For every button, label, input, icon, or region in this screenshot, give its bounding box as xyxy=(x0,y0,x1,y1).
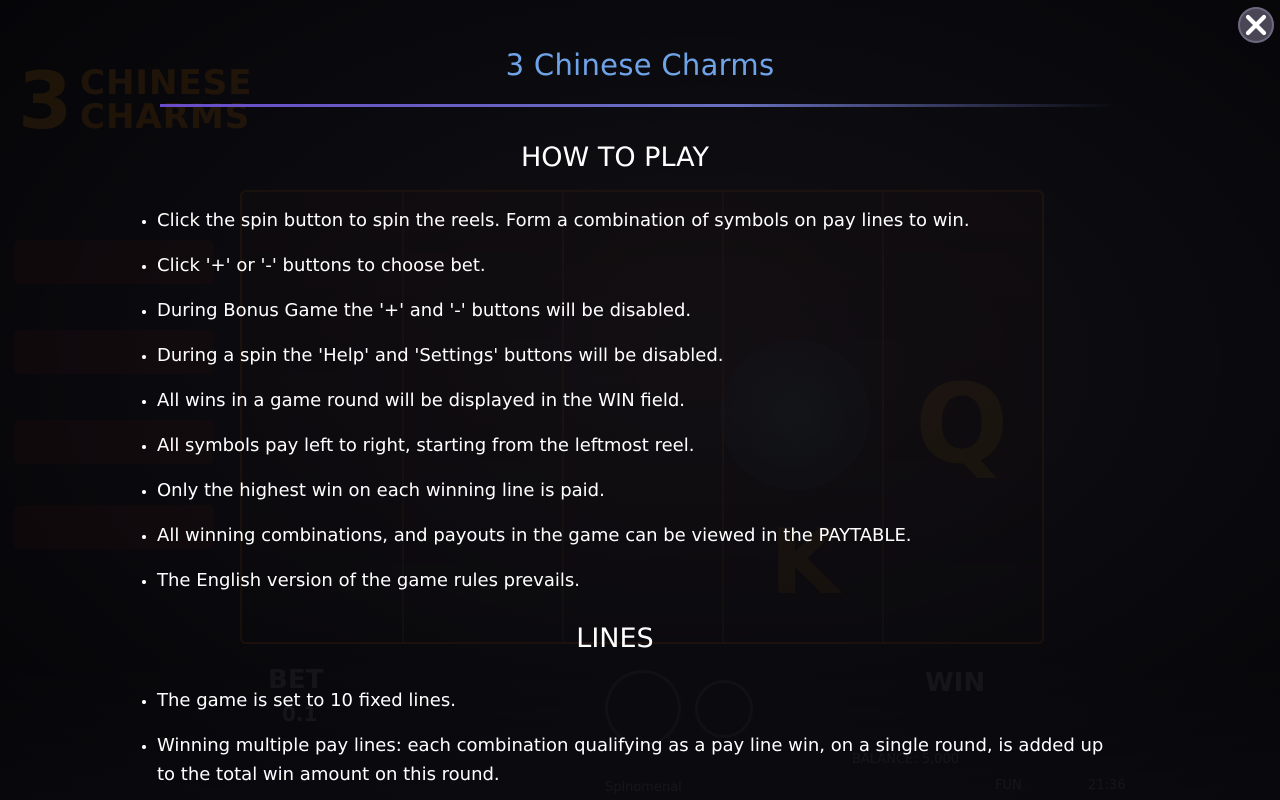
list-item: The English version of the game rules pr… xyxy=(157,566,1107,595)
how-to-play-heading: HOW TO PLAY xyxy=(521,142,709,173)
list-item: Click the spin button to spin the reels.… xyxy=(157,206,1107,235)
close-button[interactable] xyxy=(1238,7,1274,43)
list-item: All wins in a game round will be display… xyxy=(157,386,1107,415)
list-item: Click '+' or '-' buttons to choose bet. xyxy=(157,251,1107,280)
close-icon xyxy=(1245,14,1267,36)
list-item: During a spin the 'Help' and 'Settings' … xyxy=(157,341,1107,370)
lines-list: The game is set to 10 fixed lines. Winni… xyxy=(135,686,1107,800)
list-item: Only the highest win on each winning lin… xyxy=(157,476,1107,505)
lines-heading: LINES xyxy=(576,623,654,654)
help-overlay: 3 Chinese Charms HOW TO PLAY Click the s… xyxy=(0,0,1280,800)
list-item: All symbols pay left to right, starting … xyxy=(157,431,1107,460)
list-item: All winning combinations, and payouts in… xyxy=(157,521,1107,550)
modal-title: 3 Chinese Charms xyxy=(505,48,775,82)
list-item: The game is set to 10 fixed lines. xyxy=(157,686,1107,715)
how-to-play-list: Click the spin button to spin the reels.… xyxy=(135,206,1107,611)
game-stage: 3 CHINESE CHARMS Q K BET 0.1 WIN BALANCE… xyxy=(0,0,1280,800)
list-item: Winning multiple pay lines: each combina… xyxy=(157,731,1107,789)
list-item: During Bonus Game the '+' and '-' button… xyxy=(157,296,1107,325)
title-divider xyxy=(160,104,1115,107)
